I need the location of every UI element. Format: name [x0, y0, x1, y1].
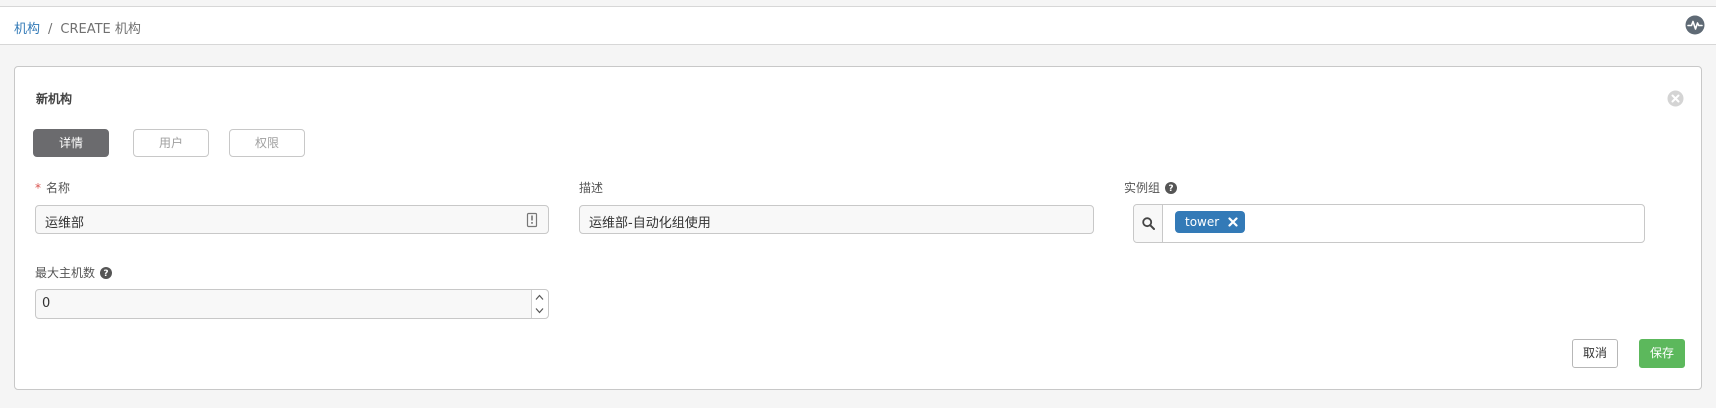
- close-icon[interactable]: [1667, 90, 1684, 107]
- tab-users[interactable]: 用户: [133, 129, 209, 157]
- description-input[interactable]: 运维部-自动化组使用: [579, 205, 1094, 234]
- breadcrumb-separator: /: [48, 22, 53, 37]
- max-hosts-input-value: 0: [42, 296, 51, 311]
- max-hosts-input[interactable]: 0: [35, 289, 549, 319]
- chevron-down-icon[interactable]: [535, 307, 544, 314]
- help-icon[interactable]: ?: [100, 267, 113, 279]
- tab-details[interactable]: 详情: [33, 129, 109, 157]
- name-input[interactable]: 运维部: [35, 205, 549, 234]
- breadcrumb: 机构 / CREATE 机构: [14, 18, 141, 37]
- tab-permissions[interactable]: 权限: [229, 129, 305, 157]
- search-icon: [1142, 217, 1155, 230]
- instance-groups-label: 实例组?: [1124, 179, 1178, 196]
- top-bar: 机构 / CREATE 机构: [0, 6, 1716, 45]
- field-info-icon: [526, 212, 538, 228]
- remove-tag-icon[interactable]: [1228, 217, 1238, 227]
- save-button[interactable]: 保存: [1639, 339, 1685, 368]
- svg-text:?: ?: [1168, 184, 1173, 194]
- required-asterisk: *: [35, 181, 41, 195]
- panel-title: 新机构: [36, 92, 73, 106]
- number-spinner[interactable]: [531, 290, 548, 318]
- chevron-up-icon[interactable]: [535, 294, 544, 301]
- help-icon[interactable]: ?: [1165, 182, 1178, 194]
- name-input-value: 运维部: [45, 216, 85, 231]
- activity-stream-icon[interactable]: [1685, 15, 1705, 35]
- name-label-text: 名称: [46, 181, 71, 195]
- instance-group-tag: tower: [1175, 211, 1246, 233]
- name-label: * 名称: [35, 179, 70, 196]
- instance-groups-search-button[interactable]: [1134, 205, 1163, 242]
- cancel-button[interactable]: 取消: [1572, 339, 1618, 368]
- svg-text:?: ?: [103, 269, 108, 279]
- description-input-value: 运维部-自动化组使用: [589, 216, 711, 231]
- max-hosts-label: 最大主机数?: [35, 264, 113, 281]
- breadcrumb-organizations-link[interactable]: 机构: [14, 22, 40, 37]
- max-hosts-label-text: 最大主机数: [35, 266, 96, 280]
- description-label: 描述: [579, 181, 604, 195]
- instance-group-tag-label: tower: [1185, 215, 1220, 229]
- instance-groups-input[interactable]: tower: [1133, 204, 1645, 243]
- breadcrumb-current: CREATE 机构: [60, 22, 141, 37]
- instance-groups-label-text: 实例组: [1124, 181, 1161, 195]
